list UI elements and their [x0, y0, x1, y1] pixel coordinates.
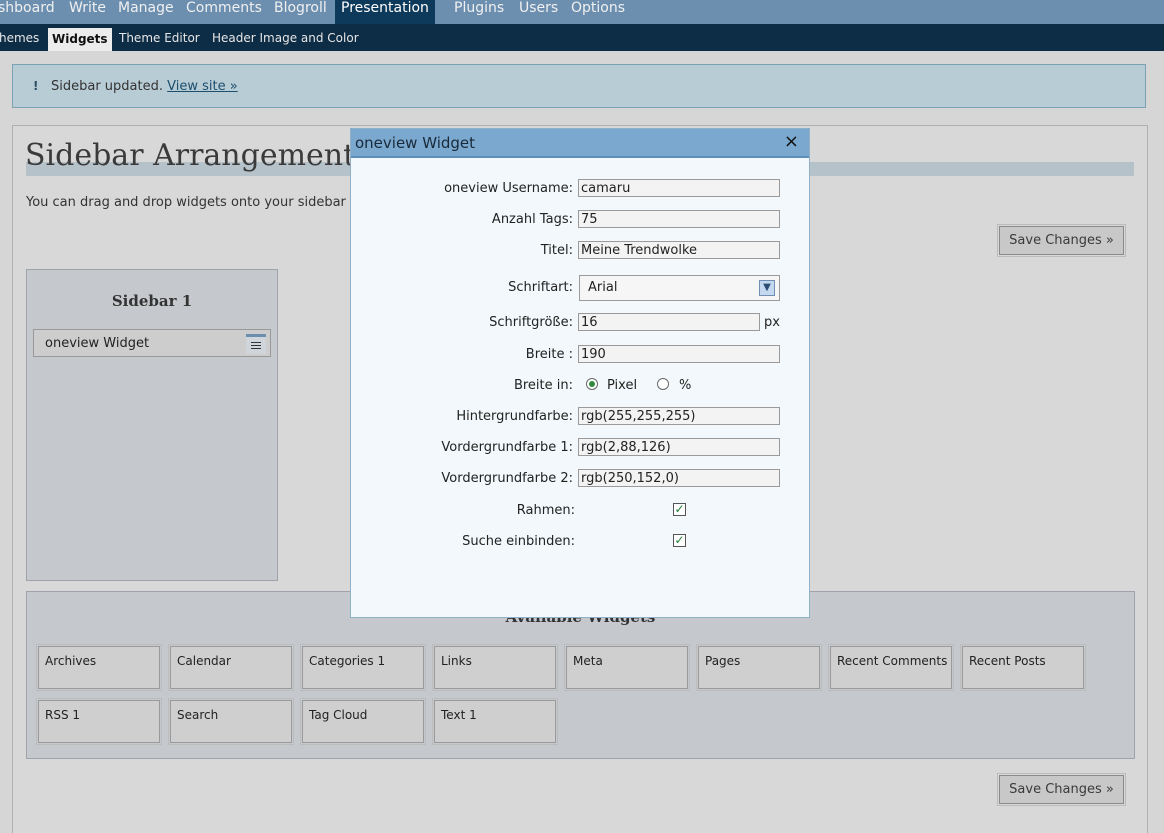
- chevron-down-icon[interactable]: ▼: [759, 280, 775, 296]
- fg2-color-label: Vordergrundfarbe 2:: [441, 471, 573, 486]
- field-row-border: Rahmen: ✓: [351, 501, 809, 521]
- border-checkbox[interactable]: ✓: [673, 503, 686, 516]
- field-row-font: Schriftart: Arial ▼: [351, 275, 809, 301]
- widget-label: Archives: [45, 654, 97, 668]
- menu-item-comments[interactable]: Comments: [186, 0, 262, 24]
- fontsize-field[interactable]: [578, 313, 760, 331]
- widget-label: Recent Posts: [969, 654, 1046, 668]
- titel-label: Titel:: [540, 243, 573, 258]
- sidebar-widget-label: oneview Widget: [45, 336, 150, 351]
- widget-calendar[interactable]: Calendar: [168, 644, 294, 691]
- widget-categories[interactable]: Categories 1: [300, 644, 426, 691]
- field-row-fontsize: Schriftgröße: px: [351, 313, 809, 333]
- widget-options-dialog: oneview Widget × oneview Username: Anzah…: [350, 128, 810, 618]
- tags-label: Anzahl Tags:: [491, 212, 573, 227]
- dialog-header[interactable]: oneview Widget ×: [351, 129, 809, 158]
- field-row-bg: Hintergrundfarbe:: [351, 407, 809, 427]
- fg2-color-field[interactable]: [578, 469, 780, 487]
- search-label: Suche einbinden:: [462, 534, 575, 549]
- view-site-link[interactable]: View site »: [167, 79, 238, 94]
- titel-field[interactable]: [578, 241, 780, 259]
- save-changes-button-bottom[interactable]: Save Changes »: [997, 773, 1126, 806]
- radio-percent-label: %: [679, 378, 692, 393]
- field-row-fg2: Vordergrundfarbe 2:: [351, 469, 809, 489]
- field-row-fg1: Vordergrundfarbe 1:: [351, 438, 809, 458]
- font-select-value: Arial: [588, 280, 618, 295]
- field-row-search: Suche einbinden: ✓: [351, 532, 809, 552]
- username-label: oneview Username:: [444, 181, 573, 196]
- field-row-tags: Anzahl Tags:: [351, 210, 809, 230]
- update-notice: ! Sidebar updated. View site »: [12, 64, 1146, 108]
- menu-item-presentation[interactable]: Presentation: [335, 0, 435, 24]
- menu-item-blogroll[interactable]: Blogroll: [274, 0, 327, 24]
- sub-menu: hemes Widgets Theme Editor Header Image …: [0, 24, 1164, 51]
- close-icon[interactable]: ×: [784, 131, 799, 152]
- widget-label: RSS 1: [45, 708, 81, 722]
- widget-label: Search: [177, 708, 219, 722]
- submenu-item-themes[interactable]: hemes: [0, 31, 39, 45]
- radio-pixel[interactable]: [586, 378, 598, 390]
- field-row-titel: Titel:: [351, 241, 809, 261]
- menu-item-manage[interactable]: Manage: [118, 0, 174, 24]
- widget-search[interactable]: Search: [168, 698, 294, 745]
- bg-color-label: Hintergrundfarbe:: [456, 409, 573, 424]
- sidebar-title: Sidebar 1: [111, 292, 193, 310]
- submenu-item-theme-editor[interactable]: Theme Editor: [119, 31, 200, 45]
- intro-text: You can drag and drop widgets onto your …: [26, 195, 367, 210]
- submenu-item-widgets[interactable]: Widgets: [48, 28, 112, 51]
- width-label: Breite :: [525, 347, 573, 362]
- tags-count-field[interactable]: [578, 210, 780, 228]
- widget-label: Pages: [705, 654, 741, 668]
- fontsize-label: Schriftgröße:: [489, 315, 573, 330]
- notice-text: Sidebar updated.: [51, 79, 163, 94]
- menu-item-plugins[interactable]: Plugins: [454, 0, 504, 24]
- widget-label: Recent Comments: [837, 654, 948, 668]
- widget-label: Meta: [573, 654, 603, 668]
- notice-message: Sidebar updated. View site »: [51, 79, 238, 94]
- bg-color-field[interactable]: [578, 407, 780, 425]
- save-changes-button-top[interactable]: Save Changes »: [997, 224, 1126, 257]
- widget-meta[interactable]: Meta: [564, 644, 690, 691]
- widget-label: Categories 1: [309, 654, 386, 668]
- widget-text[interactable]: Text 1: [432, 698, 558, 745]
- widget-links[interactable]: Links: [432, 644, 558, 691]
- sidebar-widget-oneview[interactable]: oneview Widget: [33, 329, 271, 357]
- widget-archives[interactable]: Archives: [36, 644, 162, 691]
- border-label: Rahmen:: [516, 503, 575, 518]
- field-row-width-in: Breite in: Pixel %: [351, 376, 809, 396]
- widget-edit-icon[interactable]: [246, 334, 266, 354]
- font-label: Schriftart:: [508, 280, 573, 295]
- widget-label: Text 1: [441, 708, 477, 722]
- widget-tag-cloud[interactable]: Tag Cloud: [300, 698, 426, 745]
- menu-item-users[interactable]: Users: [519, 0, 558, 24]
- widget-label: Calendar: [177, 654, 231, 668]
- width-in-label: Breite in:: [513, 378, 573, 393]
- widget-label: Links: [441, 654, 472, 668]
- width-field[interactable]: [578, 345, 780, 363]
- search-checkbox[interactable]: ✓: [673, 534, 686, 547]
- field-row-username: oneview Username:: [351, 179, 809, 199]
- font-select[interactable]: Arial ▼: [579, 275, 780, 301]
- admin-menu: shboard Write Manage Comments Blogroll P…: [0, 0, 1164, 24]
- notice-icon: !: [33, 79, 39, 93]
- fg1-color-field[interactable]: [578, 438, 780, 456]
- widget-label: Tag Cloud: [309, 708, 368, 722]
- fg1-color-label: Vordergrundfarbe 1:: [441, 440, 573, 455]
- username-field[interactable]: [578, 179, 780, 197]
- dialog-title: oneview Widget: [355, 134, 476, 152]
- menu-item-dashboard[interactable]: shboard: [0, 0, 55, 24]
- sidebar-dropzone[interactable]: Sidebar 1 oneview Widget: [26, 269, 278, 581]
- widget-pages[interactable]: Pages: [696, 644, 822, 691]
- radio-percent[interactable]: [657, 378, 669, 390]
- page-title: Sidebar Arrangement: [25, 138, 356, 173]
- widget-rss[interactable]: RSS 1: [36, 698, 162, 745]
- radio-pixel-label: Pixel: [607, 378, 638, 393]
- field-row-width: Breite :: [351, 345, 809, 365]
- widget-recent-comments[interactable]: Recent Comments: [828, 644, 954, 691]
- menu-item-options[interactable]: Options: [571, 0, 625, 24]
- fontsize-unit: px: [764, 315, 780, 330]
- widget-recent-posts[interactable]: Recent Posts: [960, 644, 1086, 691]
- menu-item-write[interactable]: Write: [69, 0, 106, 24]
- submenu-item-header-image[interactable]: Header Image and Color: [212, 31, 359, 45]
